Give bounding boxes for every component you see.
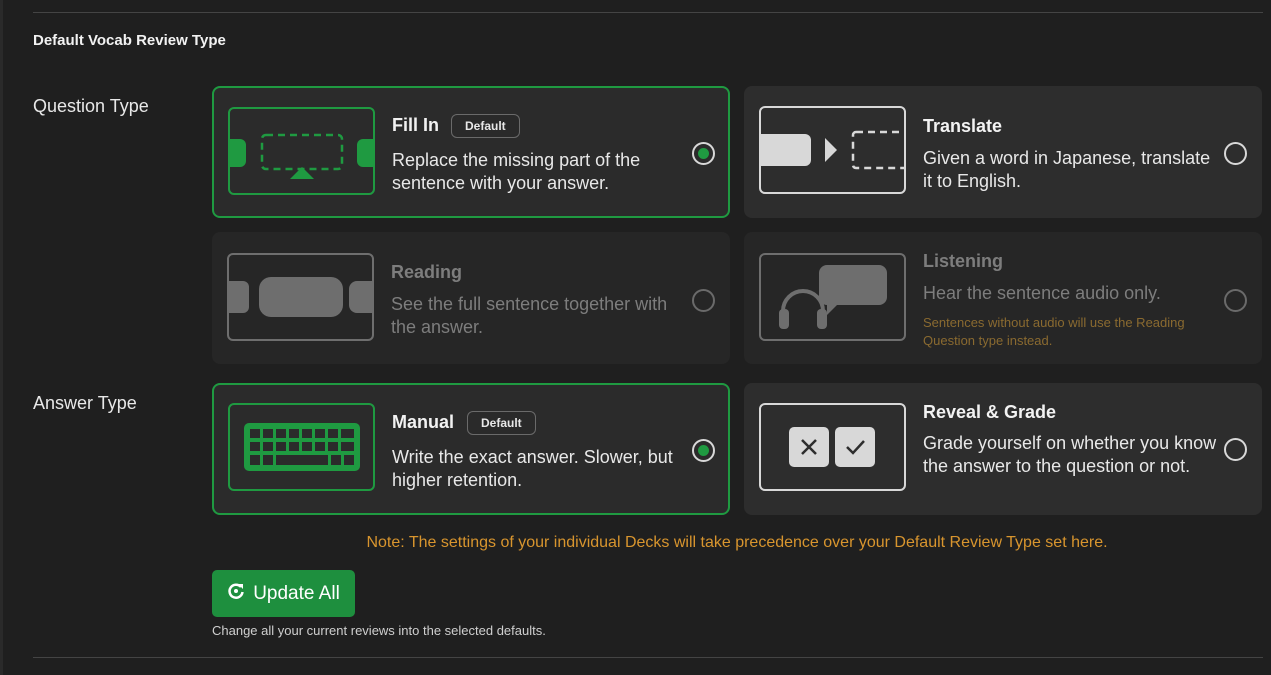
option-title: Fill In: [392, 115, 439, 135]
reading-icon: [227, 253, 374, 341]
option-title: Translate: [923, 116, 1003, 136]
translate-icon: [759, 106, 906, 194]
left-edge: [0, 0, 3, 675]
option-description: Replace the missing part of the sentence…: [392, 150, 641, 193]
radio-fill-in[interactable]: [692, 142, 715, 165]
radio-reveal-grade[interactable]: [1224, 438, 1247, 461]
option-reveal-grade[interactable]: Reveal & Grade Grade yourself on whether…: [744, 383, 1262, 515]
option-note: Sentences without audio will use the Rea…: [923, 315, 1185, 348]
option-description: Grade yourself on whether you know the a…: [923, 433, 1217, 476]
option-title: Reveal & Grade: [923, 402, 1057, 422]
option-listening: Listening Hear the sentence audio only. …: [744, 232, 1262, 364]
update-all-button[interactable]: Update All: [212, 570, 355, 617]
default-badge: Default: [467, 411, 536, 435]
headphones-icon: [759, 253, 906, 341]
precedence-note: Note: The settings of your individual De…: [366, 534, 1108, 551]
option-description: Write the exact answer. Slower, but high…: [392, 447, 673, 490]
default-badge: Default: [451, 114, 520, 138]
option-title: Manual: [392, 412, 455, 432]
option-description: Given a word in Japanese, translate it t…: [923, 148, 1211, 191]
reveal-grade-icon: [759, 403, 906, 491]
radio-translate[interactable]: [1224, 142, 1247, 165]
option-fill-in[interactable]: Fill In Default Replace the missing part…: [212, 86, 730, 218]
refresh-icon: [227, 582, 245, 606]
answer-type-label: Answer Type: [33, 393, 137, 413]
radio-manual[interactable]: [692, 439, 715, 462]
option-title: Reading: [391, 262, 463, 282]
fill-in-icon: [228, 107, 375, 195]
section-title: Default Vocab Review Type: [33, 32, 226, 49]
option-description: See the full sentence together with the …: [391, 294, 668, 337]
option-description: Hear the sentence audio only.: [923, 283, 1161, 303]
update-help-text: Change all your current reviews into the…: [212, 623, 546, 638]
option-manual[interactable]: Manual Default Write the exact answer. S…: [212, 383, 730, 515]
update-all-label: Update All: [253, 582, 340, 604]
option-translate[interactable]: Translate Given a word in Japanese, tran…: [744, 86, 1262, 218]
option-title: Listening: [923, 251, 1003, 271]
radio-listening: [1224, 289, 1247, 312]
radio-reading: [692, 289, 715, 312]
question-type-label: Question Type: [33, 96, 149, 116]
bottom-divider: [33, 657, 1263, 658]
top-divider: [33, 12, 1263, 13]
option-reading: Reading See the full sentence together w…: [212, 232, 730, 364]
keyboard-icon: [228, 403, 375, 491]
